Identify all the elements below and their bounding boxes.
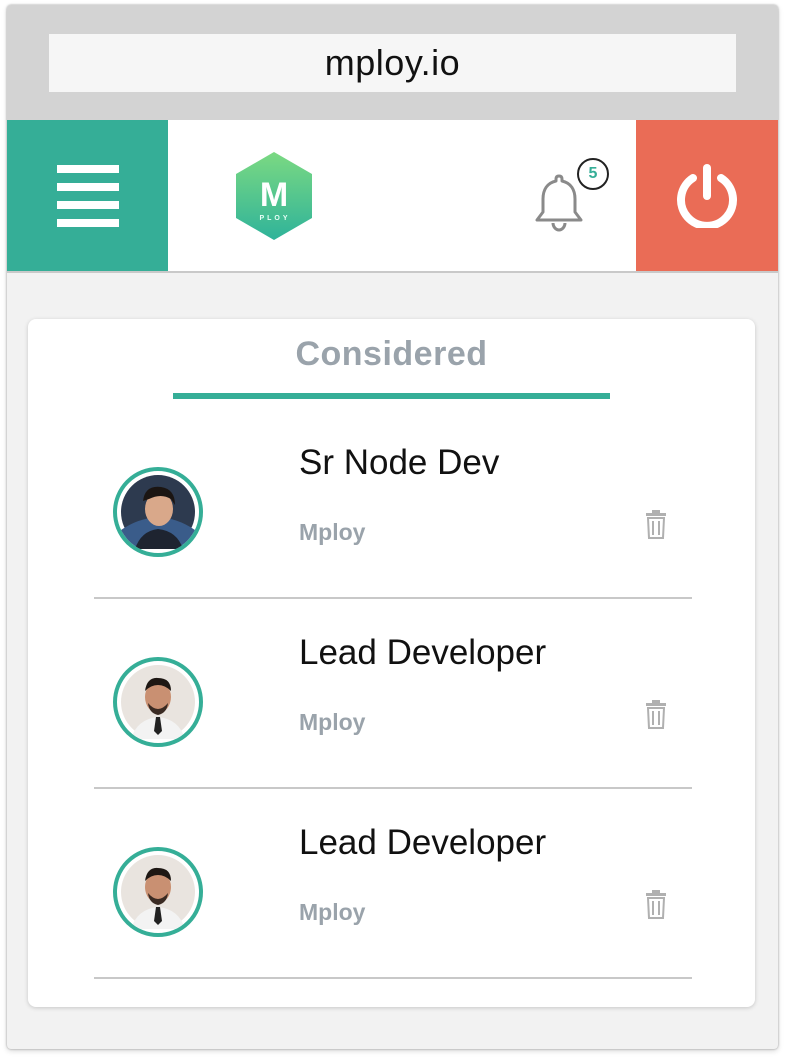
avatar [113, 467, 203, 557]
power-button[interactable] [636, 120, 778, 271]
tab-active-indicator [173, 393, 610, 399]
tab-considered[interactable]: Considered [28, 335, 755, 374]
logo-subtext: PLOY [259, 215, 290, 222]
browser-bar: mploy.io [7, 5, 778, 120]
mploy-logo: M PLOY [236, 152, 312, 240]
notification-badge: 5 [577, 158, 609, 190]
trash-icon[interactable] [644, 699, 668, 729]
job-title: Lead Developer [299, 633, 547, 672]
url-field[interactable]: mploy.io [49, 34, 736, 92]
trash-icon[interactable] [644, 889, 668, 919]
list-item[interactable]: Lead Developer Mploy [94, 599, 692, 789]
trash-icon[interactable] [644, 509, 668, 539]
menu-button[interactable] [7, 120, 168, 271]
list-item[interactable]: Lead Developer Mploy [94, 789, 692, 979]
logo-text: M [260, 176, 288, 214]
considered-card: Considered Sr Node Dev Mploy Lead Develo… [28, 319, 755, 1007]
job-title: Sr Node Dev [299, 443, 500, 482]
hamburger-menu-icon [56, 164, 119, 227]
company-name: Mploy [299, 899, 366, 925]
browser-window: mploy.io M PLOY 5 Considered Sr Node Dev… [7, 5, 778, 1049]
list-item[interactable]: Sr Node Dev Mploy [94, 409, 692, 599]
company-name: Mploy [299, 709, 366, 735]
bell-icon[interactable] [533, 172, 585, 232]
app-header: M PLOY 5 [7, 120, 778, 273]
company-name: Mploy [299, 519, 366, 545]
power-icon [677, 163, 737, 228]
avatar [113, 657, 203, 747]
job-title: Lead Developer [299, 823, 547, 862]
avatar [113, 847, 203, 937]
